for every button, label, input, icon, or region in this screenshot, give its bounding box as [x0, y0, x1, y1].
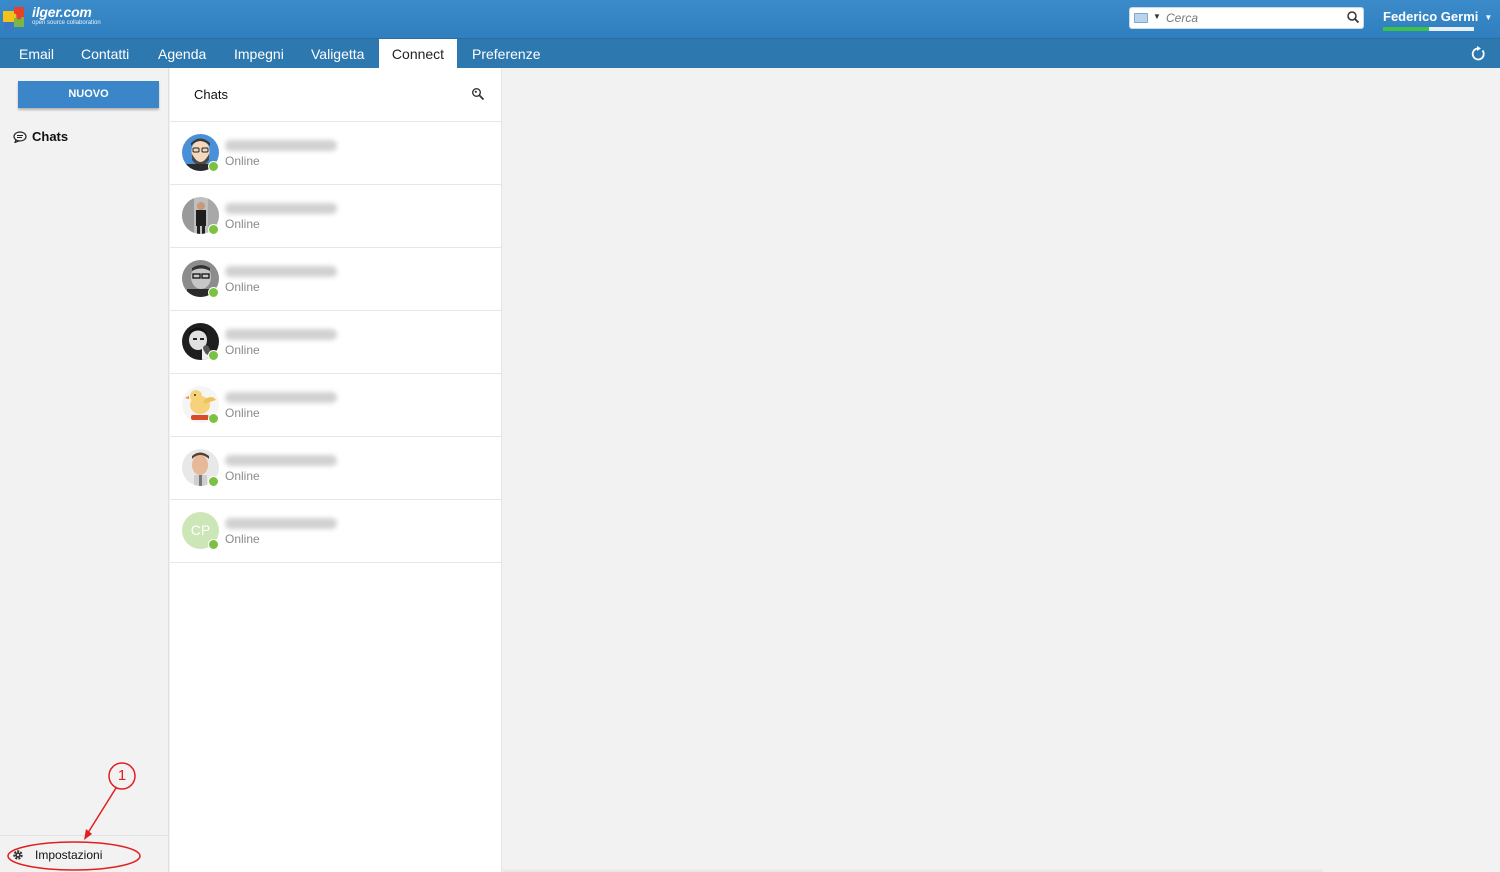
- user-name: Federico Germi: [1383, 9, 1479, 24]
- app-logo[interactable]: ilger.com open source collaboration: [2, 3, 102, 33]
- contact-name-redacted: [225, 518, 337, 529]
- annotation-number: 1: [117, 767, 127, 784]
- contact-item[interactable]: Online: [170, 437, 502, 500]
- chat-bubble-icon: [13, 131, 27, 143]
- mail-scope-icon[interactable]: [1134, 13, 1148, 23]
- online-status-dot: [208, 539, 219, 550]
- logo-text: ilger.com: [32, 4, 92, 20]
- sidebar-item-label: Chats: [32, 129, 69, 144]
- online-status-dot: [208, 413, 219, 424]
- settings-link[interactable]: Impostazioni: [12, 848, 102, 862]
- chat-list-title: Chats: [194, 87, 228, 102]
- online-status-dot: [208, 161, 219, 172]
- footer-shadow: [503, 868, 1323, 872]
- contact-item[interactable]: Online: [170, 311, 502, 374]
- user-menu[interactable]: Federico Germi ▼: [1383, 9, 1492, 24]
- tab-valigetta[interactable]: Valigetta: [297, 39, 378, 69]
- tab-connect[interactable]: Connect: [379, 39, 457, 69]
- chat-list-header: Chats: [170, 68, 502, 122]
- contact-name-redacted: [225, 455, 337, 466]
- online-status-dot: [208, 350, 219, 361]
- refresh-icon[interactable]: [1470, 46, 1486, 62]
- top-header: ilger.com open source collaboration ▼ Fe…: [0, 0, 1500, 38]
- tab-agenda[interactable]: Agenda: [144, 39, 220, 69]
- contact-name-redacted: [225, 203, 337, 214]
- quota-bar: [1383, 27, 1474, 31]
- contact-status: Online: [225, 154, 260, 168]
- contact-name-redacted: [225, 329, 337, 340]
- contact-status: Online: [225, 217, 260, 231]
- search-input[interactable]: [1166, 9, 1346, 27]
- contact-name-redacted: [225, 140, 337, 151]
- divider: [0, 835, 169, 836]
- chat-list-panel: Chats Online Online Online Online Online…: [170, 68, 502, 872]
- tab-email[interactable]: Email: [5, 39, 68, 69]
- tab-contatti[interactable]: Contatti: [67, 39, 143, 69]
- left-sidebar: NUOVO Chats Impostazioni: [0, 68, 169, 872]
- contact-item[interactable]: Online: [170, 374, 502, 437]
- online-status-dot: [208, 287, 219, 298]
- tab-impegni[interactable]: Impegni: [220, 39, 298, 69]
- sidebar-item-chats[interactable]: Chats: [13, 129, 68, 144]
- quota-bar-fill: [1383, 27, 1429, 31]
- new-chat-button[interactable]: NUOVO: [18, 81, 159, 108]
- tab-preferenze[interactable]: Preferenze: [458, 39, 554, 69]
- main-nav: Email Contatti Agenda Impegni Valigetta …: [0, 38, 1500, 69]
- contact-item[interactable]: Online: [170, 185, 502, 248]
- contact-status: Online: [225, 406, 260, 420]
- contact-item[interactable]: CP Online: [170, 500, 502, 563]
- chevron-down-icon: ▼: [1484, 13, 1493, 23]
- gear-icon: [13, 850, 23, 860]
- contact-status: Online: [225, 280, 260, 294]
- chevron-down-icon[interactable]: ▼: [1153, 12, 1161, 21]
- search-icon[interactable]: [1346, 10, 1360, 24]
- online-status-dot: [208, 476, 219, 487]
- online-status-dot: [208, 224, 219, 235]
- chat-content-area: [503, 68, 1500, 872]
- contact-name-redacted: [225, 266, 337, 277]
- contact-name-redacted: [225, 392, 337, 403]
- contact-status: Online: [225, 343, 260, 357]
- puzzle-logo-icon: [3, 7, 24, 31]
- search-icon[interactable]: [471, 87, 485, 101]
- search-box: ▼: [1129, 7, 1364, 29]
- contact-item[interactable]: Online: [170, 122, 502, 185]
- logo-subtitle: open source collaboration: [32, 20, 101, 26]
- settings-label: Impostazioni: [35, 848, 103, 862]
- contact-status: Online: [225, 469, 260, 483]
- contact-status: Online: [225, 532, 260, 546]
- contact-item[interactable]: Online: [170, 248, 502, 311]
